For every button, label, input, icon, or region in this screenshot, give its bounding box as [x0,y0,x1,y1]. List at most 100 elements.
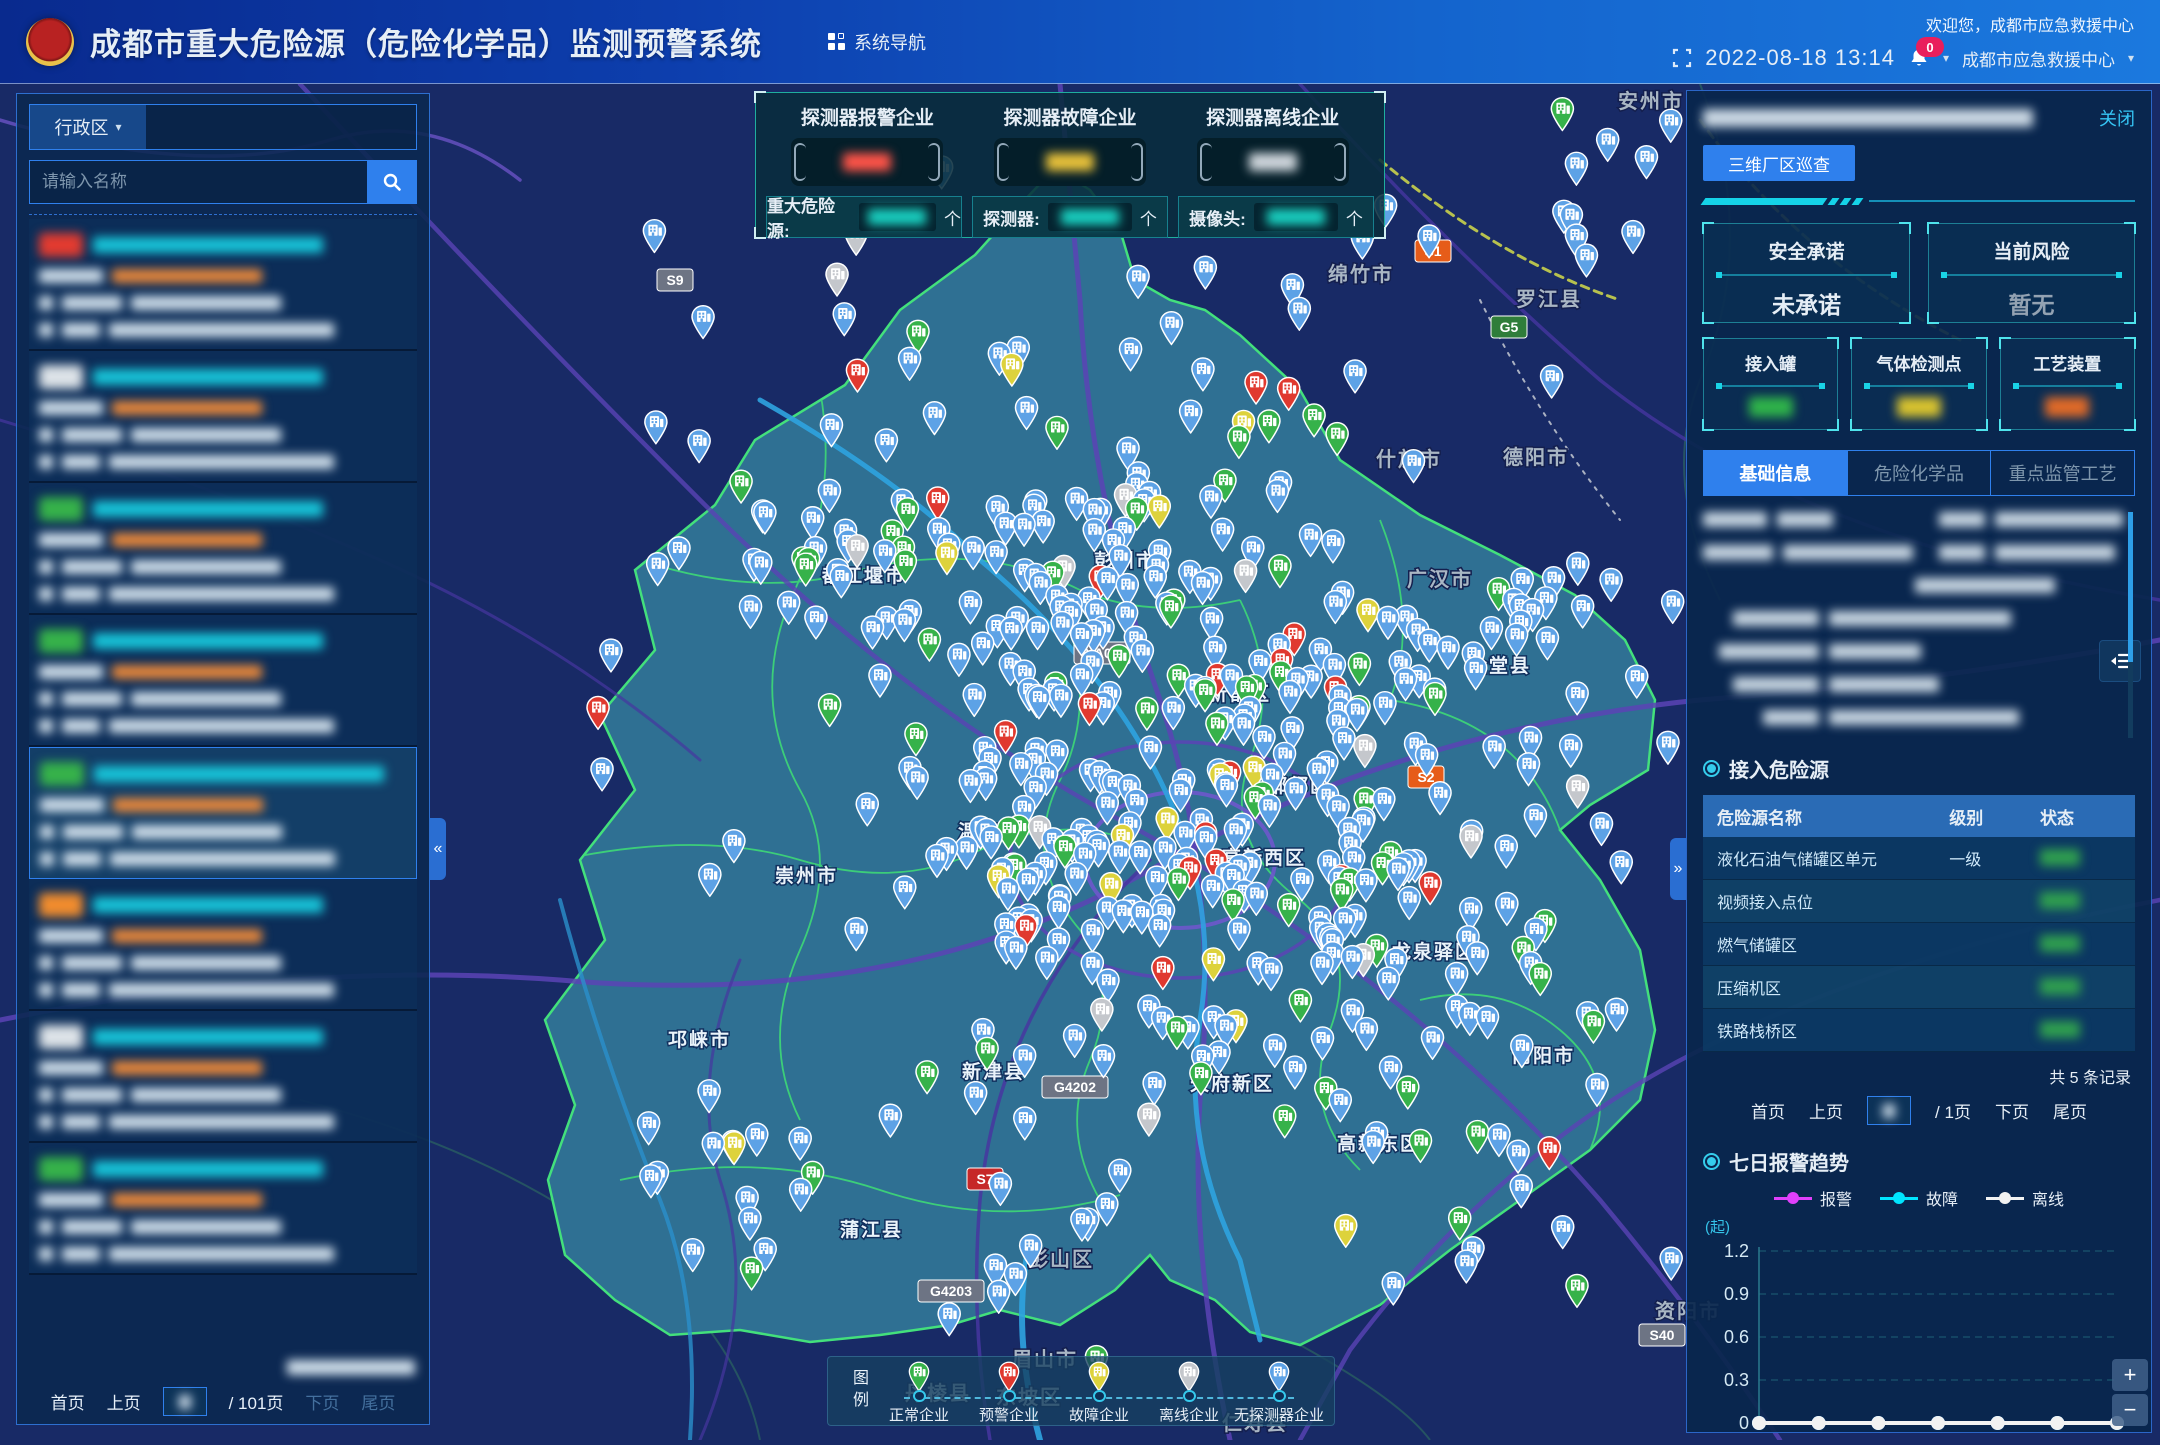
collapse-info-button[interactable] [2099,640,2141,682]
hazard-table: 危险源名称级别状态 液化石油气储罐区单元一级 视频接入点位 燃气储罐区 压缩机区… [1703,795,2135,1052]
app-title: 成都市重大危险源（危险化学品）监测预警系统 [90,19,762,64]
table-row[interactable]: 燃气储罐区 [1703,923,2135,966]
pin-icon [1086,1361,1112,1392]
trend-section-title: 七日报警趋势 [1729,1147,1849,1176]
region-filter-select[interactable]: 行政区 ▾ [30,105,146,149]
svg-text:0.9: 0.9 [1724,1284,1749,1304]
region-filter-input[interactable] [146,105,416,149]
zoom-in-button[interactable]: + [2112,1359,2148,1391]
pagination-total: / 1页 [1935,1098,1971,1123]
search-input[interactable] [29,160,367,204]
svg-text:S9: S9 [666,272,683,288]
company-card[interactable] [29,219,417,351]
table-row[interactable]: 液化石油气储罐区单元一级 [1703,837,2135,880]
list-footer: 首页 上页 / 101页 下页 尾页 [17,1359,429,1416]
scrollbar[interactable] [2128,512,2133,738]
fullscreen-icon[interactable] [1672,48,1692,68]
company-card[interactable] [29,747,417,879]
pagination-prev[interactable]: 上页 [1809,1098,1843,1123]
notification-count-badge: 0 [1916,37,1944,57]
tab-3[interactable]: 重点监管工艺 [1991,451,2134,495]
company-list [29,219,417,1347]
safety-promise-value: 未承诺 [1704,286,1909,320]
notification-bell-button[interactable]: 0 [1908,47,1930,69]
decorative-divider [1703,197,2135,205]
factory-tour-3d-button[interactable]: 三维厂区巡查 [1703,145,1855,181]
pin-icon [1266,1361,1292,1392]
page-number-input[interactable] [1867,1096,1911,1125]
current-risk-box: 当前风险 暂无 [1928,223,2135,323]
chart-legend-item[interactable]: 离线 [1986,1186,2064,1210]
collapse-detail-button[interactable]: » [1670,838,1686,900]
section-bullet-icon [1703,1153,1720,1170]
tab-2[interactable]: 危险化学品 [1848,451,1992,495]
map-label: 绵竹市 [1328,262,1394,286]
map-label: 广汉市 [1407,567,1473,591]
pagination-next[interactable]: 下页 [1995,1098,2029,1123]
company-card[interactable] [29,1011,417,1143]
table-row[interactable]: 视频接入点位 [1703,880,2135,923]
chart-legend-item[interactable]: 报警 [1774,1186,1852,1210]
trend-chart: 00.30.60.91.28-128-138-148-158-168-178-1… [1703,1237,2133,1433]
table-row[interactable]: 压缩机区 [1703,966,2135,1009]
svg-text:S40: S40 [1650,1327,1675,1343]
table-header: 危险源名称 [1703,804,1949,829]
svg-text:G5: G5 [1500,319,1519,335]
asset-count-box: 接入罐 [1703,338,1838,430]
chart-legend-item[interactable]: 故障 [1880,1186,1958,1210]
hazard-section-title: 接入危险源 [1729,754,1829,783]
basic-info-section [1703,512,2135,744]
table-row[interactable]: 铁路栈桥区 [1703,1009,2135,1052]
company-card[interactable] [29,351,417,483]
section-bullet-icon [1703,760,1720,777]
pagination-prev[interactable]: 上页 [107,1389,141,1414]
grid-icon [828,33,845,50]
legend-item: 预警企业 [964,1357,1054,1425]
map-label: 邛崃市 [668,1028,731,1051]
system-nav-label: 系统导航 [854,29,926,55]
asset-count-box: 气体检测点 [1851,338,1986,430]
table-header: 级别 [1949,804,2040,829]
collapse-sidebar-button[interactable]: « [430,818,446,880]
datetime-text: 2022-08-18 13:14 [1705,45,1895,71]
tab-1[interactable]: 基础信息 [1704,451,1848,495]
system-nav-button[interactable]: 系统导航 [828,29,926,55]
svg-text:0.3: 0.3 [1724,1370,1749,1390]
zoom-out-button[interactable]: − [2112,1394,2148,1426]
pagination-first[interactable]: 首页 [51,1389,85,1414]
pagination-last[interactable]: 尾页 [2053,1098,2087,1123]
company-card[interactable] [29,615,417,747]
table-pagination: 首页 上页 / 1页 下页 尾页 [1703,1096,2135,1125]
pagination-last[interactable]: 尾页 [361,1389,395,1414]
trend-section-header: 七日报警趋势 [1703,1147,2135,1176]
pin-icon [1176,1361,1202,1392]
svg-text:0: 0 [1739,1413,1749,1433]
stat-counter: 摄像头: 个 [1178,196,1374,238]
close-panel-button[interactable]: 关闭 [2099,105,2135,131]
company-card[interactable] [29,879,417,1011]
asset-count-box: 工艺装置 [2000,338,2135,430]
legend-item: 故障企业 [1054,1357,1144,1425]
stats-panel: 探测器报警企业 探测器故障企业 探测器离线企业 重大危险源: 个探测器: 个摄像… [755,92,1385,238]
map-legend: 图例 正常企业 预警企业 故障企业 离线企业 无探测器企业 [827,1356,1335,1426]
search-button[interactable] [367,160,417,204]
legend-title: 图例 [846,1369,870,1413]
legend-item: 正常企业 [874,1357,964,1425]
chart-unit-label: (起) [1705,1216,2135,1237]
pagination-first[interactable]: 首页 [1751,1098,1785,1123]
welcome-text: 欢迎您，成都市应急救援中心 [1926,12,2134,36]
map-zoom-control: + − [2112,1359,2148,1426]
company-card[interactable] [29,1143,417,1275]
company-card[interactable] [29,483,417,615]
org-menu[interactable]: 成都市应急救援中心 [1962,46,2115,71]
page-number-input[interactable] [163,1387,207,1416]
stat-counter: 探测器: 个 [972,196,1168,238]
road-shield: G5 [1491,316,1527,338]
region-filter-label: 行政区 [54,114,108,140]
company-detail-panel: 关闭 三维厂区巡查 安全承诺 未承诺 当前风险 暂无 接入罐 气体检测点 工艺装… [1686,90,2152,1433]
app-logo-icon [26,18,74,66]
record-count-redacted [287,1360,415,1375]
stat-card: 探测器故障企业 [969,101,1172,186]
pagination-next[interactable]: 下页 [305,1389,339,1414]
map-label: 德阳市 [1503,445,1569,469]
